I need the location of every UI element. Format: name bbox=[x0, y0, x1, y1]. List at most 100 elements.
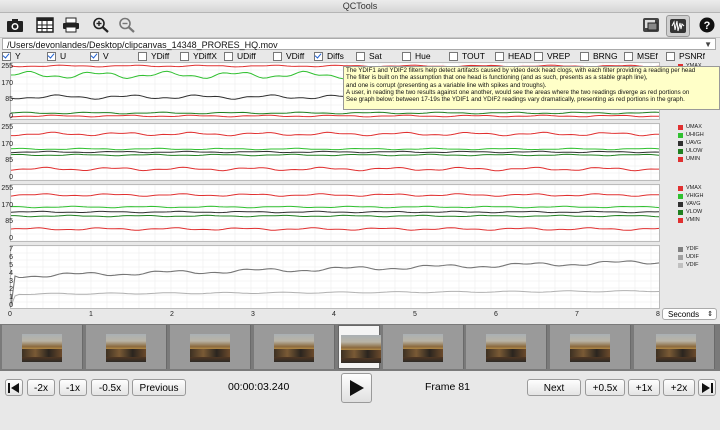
thumbnail-frame[interactable] bbox=[466, 325, 547, 369]
speed-minus-half-button[interactable]: -0.5x bbox=[91, 379, 129, 396]
filter-label: YDiffX bbox=[193, 51, 217, 61]
audio-wave-icon[interactable] bbox=[666, 15, 690, 37]
filter-checkbox-v[interactable]: V bbox=[90, 51, 109, 61]
zoom-in-icon[interactable] bbox=[90, 15, 112, 35]
thumbnail-frame[interactable] bbox=[170, 325, 251, 369]
legend-label: UMAX bbox=[686, 124, 702, 130]
filter-checkbox-vrep[interactable]: VREP bbox=[534, 51, 570, 61]
filter-checkbox-u[interactable]: U bbox=[47, 51, 66, 61]
speed-plus-1x-button[interactable]: +1x bbox=[628, 379, 660, 396]
y-tick-label: 5 bbox=[9, 262, 13, 269]
filter-label: YDiff bbox=[151, 51, 170, 61]
thumbnail-frame[interactable] bbox=[634, 325, 715, 369]
thumbnail-detail bbox=[486, 349, 526, 357]
speed-minus-1x-button[interactable]: -1x bbox=[59, 379, 87, 396]
title-bar: QCTools bbox=[0, 0, 720, 13]
filter-label: Y bbox=[15, 51, 21, 61]
series-line bbox=[11, 166, 659, 172]
checkbox-icon bbox=[47, 51, 56, 61]
filter-checkbox-vdiff[interactable]: VDiff bbox=[273, 51, 304, 61]
filter-checkbox-diffs[interactable]: Diffs bbox=[314, 51, 344, 61]
help-icon[interactable]: ? bbox=[696, 15, 718, 35]
time-unit-select[interactable]: Seconds ⇕ bbox=[662, 308, 717, 320]
filter-checkbox-psnrf[interactable]: PSNRf bbox=[666, 51, 705, 61]
filter-label: MSEf bbox=[637, 51, 658, 61]
filter-checkbox-msef[interactable]: MSEf bbox=[624, 51, 658, 61]
thumbnail-detail bbox=[403, 349, 443, 357]
filter-checkbox-ydiffx[interactable]: YDiffX bbox=[180, 51, 217, 61]
legend-swatch bbox=[678, 262, 683, 268]
filter-checkbox-head[interactable]: HEAD bbox=[495, 51, 532, 61]
filter-label: VREP bbox=[547, 51, 571, 61]
checkbox-icon bbox=[180, 51, 189, 61]
legend-label: UDIF bbox=[686, 254, 699, 260]
table-icon[interactable] bbox=[34, 15, 56, 35]
legend-item: VHIGH bbox=[678, 192, 703, 200]
checkbox-icon bbox=[90, 51, 99, 61]
speed-plus-2x-button[interactable]: +2x bbox=[663, 379, 695, 396]
time-unit-value: Seconds bbox=[668, 310, 700, 319]
step-forward-icon[interactable] bbox=[698, 379, 716, 396]
step-back-icon[interactable] bbox=[5, 379, 23, 396]
video-thumbnail bbox=[190, 334, 230, 362]
series-line bbox=[11, 150, 659, 154]
thumbnail-frame[interactable] bbox=[254, 325, 335, 369]
chevron-down-icon: ▼ bbox=[704, 40, 712, 49]
series-line bbox=[11, 205, 659, 209]
speed-minus-2x-button[interactable]: -2x bbox=[27, 379, 55, 396]
x-tick-label: 1 bbox=[89, 311, 93, 318]
y-tick-label: 0 bbox=[9, 174, 13, 181]
previous-button[interactable]: Previous bbox=[132, 379, 186, 396]
speed-plus-half-button[interactable]: +0.5x bbox=[585, 379, 625, 396]
thumbnail-frame[interactable] bbox=[2, 325, 83, 369]
graph-plot bbox=[11, 246, 659, 308]
filter-checkbox-sat[interactable]: Sat bbox=[356, 51, 382, 61]
next-button[interactable]: Next bbox=[527, 379, 581, 396]
video-thumbnail bbox=[341, 335, 381, 363]
legend-label: UHIGH bbox=[686, 132, 704, 138]
legend-swatch bbox=[678, 201, 683, 207]
tooltip-line: The filter is built on the assumption th… bbox=[346, 74, 648, 82]
checkbox-icon bbox=[534, 51, 543, 61]
legend-label: VAVG bbox=[686, 201, 701, 207]
play-icon bbox=[349, 380, 364, 396]
legend-item: UAVG bbox=[678, 139, 704, 147]
window-icon[interactable] bbox=[640, 15, 662, 35]
y-tick-label: 85 bbox=[5, 96, 13, 104]
filter-checkbox-hue[interactable]: Hue bbox=[402, 51, 431, 61]
filter-checkbox-brng[interactable]: BRNG bbox=[580, 51, 618, 61]
file-selector[interactable]: /Users/devonlandes/Desktop/clipcanvas_14… bbox=[2, 38, 716, 50]
series-line bbox=[11, 260, 659, 307]
filter-checkbox-tout[interactable]: TOUT bbox=[449, 51, 485, 61]
tooltip-line: and one is corrupt (presenting as a vari… bbox=[346, 81, 547, 89]
filter-checkbox-y[interactable]: Y bbox=[2, 51, 21, 61]
series-line bbox=[11, 227, 659, 231]
filter-checkbox-ydiff[interactable]: YDiff bbox=[138, 51, 169, 61]
checkbox-icon bbox=[314, 51, 323, 61]
checkbox-icon bbox=[356, 51, 365, 61]
legend-swatch bbox=[678, 132, 683, 138]
thumbnail-frame[interactable] bbox=[550, 325, 631, 369]
thumbnail-frame[interactable] bbox=[338, 325, 381, 369]
play-button[interactable] bbox=[341, 373, 372, 403]
x-tick-label: 6 bbox=[494, 311, 498, 318]
thumbnail-frame[interactable] bbox=[383, 325, 464, 369]
camera-icon[interactable] bbox=[4, 15, 26, 35]
y-tick-label: 2 bbox=[9, 286, 13, 293]
printer-icon[interactable] bbox=[60, 15, 82, 35]
legend-swatch bbox=[678, 254, 683, 260]
thumbnail-frame[interactable] bbox=[86, 325, 167, 369]
legend-label: ULOW bbox=[686, 148, 703, 154]
filter-checkbox-udiff[interactable]: UDiff bbox=[224, 51, 256, 61]
filter-label: Sat bbox=[369, 51, 382, 61]
legend-swatch bbox=[678, 156, 683, 162]
thumbnail-detail bbox=[656, 349, 696, 357]
zoom-out-icon[interactable] bbox=[116, 15, 138, 35]
graph-legend: UMAX UHIGH UAVG ULOW UMIN bbox=[678, 123, 704, 163]
checkbox-icon bbox=[495, 51, 504, 61]
filter-label: U bbox=[60, 51, 67, 61]
x-tick-label: 8 bbox=[656, 311, 660, 318]
series-line bbox=[11, 210, 659, 214]
window-title: QCTools bbox=[342, 1, 378, 11]
video-thumbnail bbox=[656, 334, 696, 362]
